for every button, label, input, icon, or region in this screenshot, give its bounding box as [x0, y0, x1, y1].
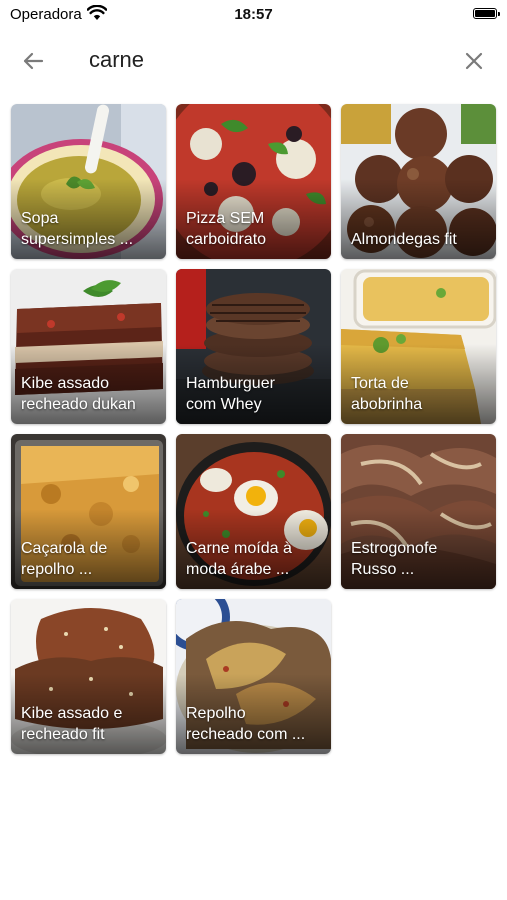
recipe-title: Torta de abobrinha	[351, 375, 423, 413]
recipe-card[interactable]: Kibe assado recheado dukan	[11, 269, 166, 424]
recipe-card[interactable]: Sopa supersimples ...	[11, 104, 166, 259]
close-icon[interactable]	[459, 46, 489, 76]
recipe-title: Hamburguer com Whey	[186, 375, 275, 413]
recipe-card[interactable]: Almondegas fit	[341, 104, 496, 259]
recipe-title: Kibe assado recheado dukan	[21, 375, 136, 413]
recipe-card[interactable]: Hamburguer com Whey	[176, 269, 331, 424]
recipe-title: Pizza SEM carboidrato	[186, 210, 267, 248]
recipe-title: Sopa supersimples ...	[21, 210, 134, 248]
recipe-card[interactable]: Caçarola de repolho ...	[11, 434, 166, 589]
search-bar	[0, 34, 507, 86]
recipe-card[interactable]: Pizza SEM carboidrato	[176, 104, 331, 259]
status-bar: Operadora 18:57	[0, 0, 507, 30]
battery-icon	[473, 8, 500, 19]
recipe-title: Repolho recheado com ...	[186, 705, 306, 743]
recipe-card[interactable]: Estrogonofe Russo ...	[341, 434, 496, 589]
recipe-title: Carne moída à moda árabe ...	[186, 540, 292, 578]
recipe-card[interactable]: Torta de abobrinha	[341, 269, 496, 424]
recipe-card[interactable]: Carne moída à moda árabe ...	[176, 434, 331, 589]
recipe-title: Almondegas fit	[351, 231, 457, 248]
recipe-title: Kibe assado e recheado fit	[21, 705, 123, 743]
recipe-card[interactable]: Repolho recheado com ...	[176, 599, 331, 754]
back-arrow-icon[interactable]	[18, 46, 48, 76]
clock: 18:57	[234, 6, 273, 23]
recipe-title: Caçarola de repolho ...	[21, 540, 108, 578]
search-input[interactable]	[89, 44, 429, 76]
recipe-title: Estrogonofe Russo ...	[351, 540, 438, 578]
recipe-card[interactable]: Kibe assado e recheado fit	[11, 599, 166, 754]
